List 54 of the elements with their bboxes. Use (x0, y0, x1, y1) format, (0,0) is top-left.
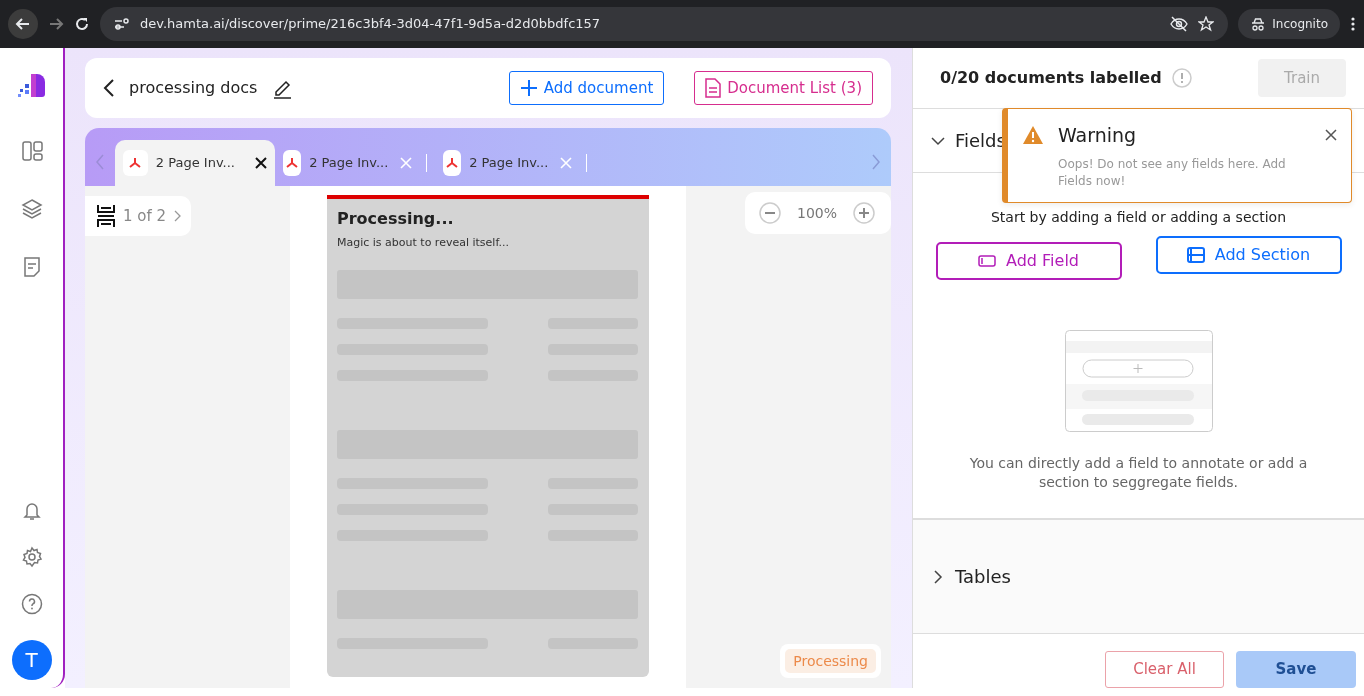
pdf-icon (445, 156, 460, 170)
document-tab[interactable]: 2 Page Inv... (275, 140, 435, 186)
warning-icon (1022, 125, 1044, 146)
star-icon[interactable] (1198, 16, 1215, 32)
document-list-button[interactable]: Document List (3) (694, 70, 873, 106)
document-tab[interactable]: 2 Page Inv... (115, 140, 275, 186)
reload-icon[interactable] (74, 16, 90, 32)
document-tab[interactable]: 2 Page Inv... (435, 140, 595, 186)
close-icon (255, 157, 267, 169)
incognito-badge[interactable]: Incognito (1238, 9, 1340, 39)
address-bar[interactable]: dev.hamta.ai/discover/prime/216c3bf4-3d04-47f1-9d5a-d2d0bbdfc157 (100, 7, 1229, 41)
layout-icon[interactable] (20, 140, 43, 162)
back-icon[interactable] (103, 79, 115, 97)
field-icon (978, 255, 996, 267)
close-icon (560, 157, 573, 169)
help-icon[interactable] (20, 593, 43, 615)
status-badge: Processing (785, 649, 876, 673)
url-text: dev.hamta.ai/discover/prime/216c3bf4-3d04-47f1-9d5a-d2d0bbdfc157 (140, 15, 602, 34)
incognito-icon (1250, 17, 1267, 31)
pdf-icon (128, 156, 143, 170)
more-icon[interactable] (1350, 16, 1356, 32)
zoom-out-button[interactable] (758, 202, 781, 224)
layers-icon[interactable] (20, 198, 43, 220)
labelled-count: 0/20 documents labelled (940, 67, 1162, 89)
chevron-right-icon (931, 569, 945, 584)
intro-text: Start by adding a field or adding a section (990, 208, 1287, 227)
zoom-in-button[interactable] (853, 202, 875, 224)
pages-icon (97, 204, 115, 228)
add-field-button[interactable]: Add Field (935, 242, 1122, 280)
close-icon[interactable] (1325, 129, 1337, 142)
project-title: processing docs (129, 77, 258, 99)
hint-text: You can directly add a field to annotate or add a section to seggregate fields. (968, 454, 1309, 492)
zoom-level: 100% (796, 203, 837, 223)
eye-slash-icon[interactable] (1170, 16, 1189, 32)
add-section-button[interactable]: Add Section (1155, 236, 1342, 274)
site-settings-icon[interactable] (114, 17, 130, 31)
forward-icon[interactable] (48, 16, 64, 32)
section-icon (1186, 247, 1205, 263)
processing-subtitle: Magic is about to reveal itself... (337, 235, 510, 251)
toast-title: Warning (1058, 123, 1137, 148)
settings-icon[interactable] (20, 546, 43, 568)
user-avatar[interactable]: T (11, 640, 52, 680)
page-count: 1 of 2 (123, 205, 167, 227)
chevron-right-icon[interactable] (174, 210, 182, 222)
section-header[interactable]: Tables (913, 518, 1364, 634)
document-icon (705, 78, 722, 98)
back-icon[interactable] (15, 16, 31, 32)
info-icon (1171, 68, 1192, 88)
toast-message: Oops! Do not see any fields here. Add Fields now! (1058, 155, 1287, 190)
processing-title: Processing... (337, 208, 455, 230)
pdf-icon (285, 156, 300, 170)
add-document-button[interactable]: Add document (508, 70, 665, 106)
plus-icon (519, 79, 538, 97)
close-icon (400, 157, 413, 169)
